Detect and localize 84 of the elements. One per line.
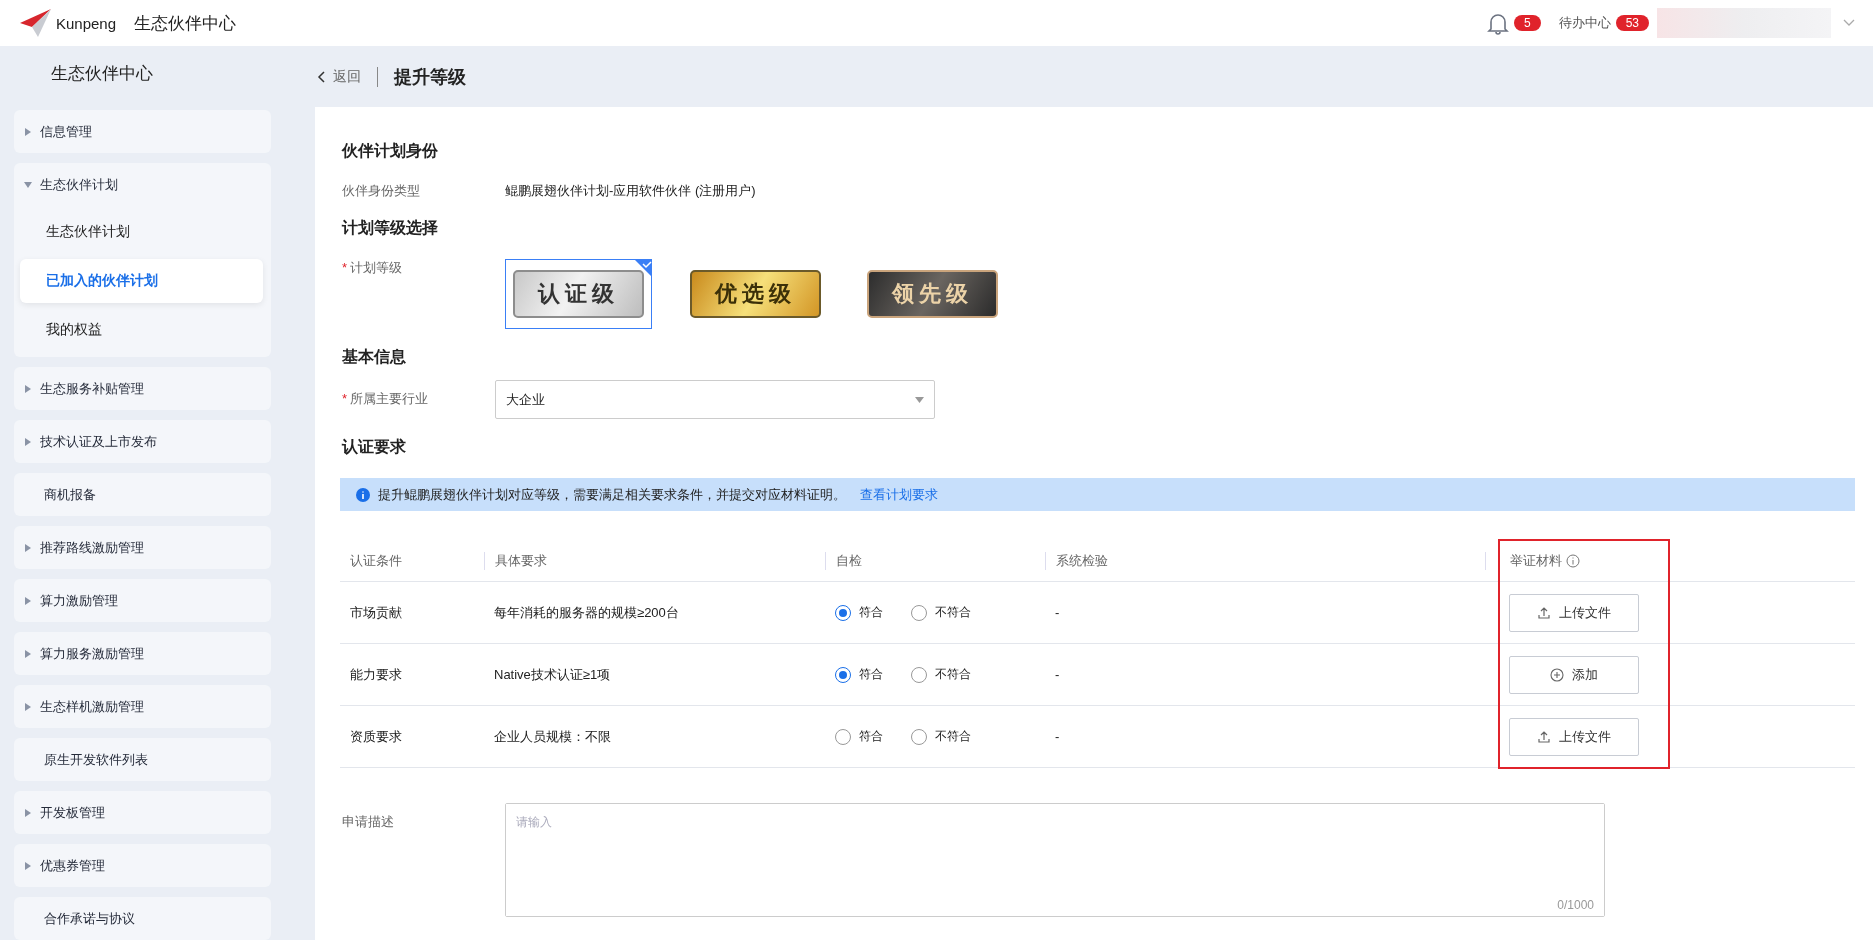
sidebar-item[interactable]: 推荐路线激励管理 (14, 526, 271, 569)
add-button[interactable]: 添加 (1509, 655, 1639, 694)
level-option[interactable]: 认证级 (505, 259, 652, 329)
radio-option[interactable]: 符合 (835, 604, 883, 621)
upload-icon (1537, 729, 1551, 744)
column-header: 具体要求 (495, 551, 547, 570)
required-mark: * (342, 391, 348, 406)
upload-icon (1537, 605, 1551, 620)
section-heading: 伙伴计划身份 (342, 141, 439, 161)
field-value: 鲲鹏展翅伙伴计划-应用软件伙伴 (注册用户) (505, 182, 756, 200)
table-cell: - (1055, 729, 1060, 744)
todo-count: 53 (1615, 15, 1649, 31)
info-icon (1566, 553, 1580, 568)
caret-right-icon (24, 808, 32, 817)
field-label: * 所属主要行业 (342, 390, 430, 408)
caret-right-icon (24, 861, 32, 870)
char-counter: 0/1000 (1557, 898, 1594, 912)
plus-circle-icon (1550, 667, 1564, 682)
check-corner-icon (634, 259, 652, 277)
column-header: 认证条件 (350, 551, 402, 570)
field-label: 伙伴身份类型 (342, 182, 421, 200)
radio-option[interactable]: 不符合 (911, 604, 971, 621)
caret-right-icon (24, 543, 32, 552)
back-link[interactable]: 返回 (317, 67, 361, 86)
field-label: * 计划等级 (342, 259, 404, 277)
sidebar-item[interactable]: 算力服务激励管理 (14, 632, 271, 675)
todo-center-link[interactable]: 待办中心 (1558, 14, 1611, 32)
table-cell: - (1055, 605, 1060, 620)
upload-button[interactable]: 上传文件 (1509, 717, 1639, 756)
sidebar-item[interactable]: 合作承诺与协议 (14, 897, 271, 940)
caret-down-icon (24, 180, 32, 189)
section-heading: 认证要求 (342, 437, 407, 457)
caret-right-icon (24, 702, 32, 711)
info-icon (356, 487, 370, 502)
radio-option[interactable]: 不符合 (911, 728, 971, 745)
caret-down-icon (915, 396, 924, 403)
sidebar-item[interactable]: 生态样机激励管理 (14, 685, 271, 728)
table-cell: 能力要求 (350, 665, 402, 684)
sidebar-subitem[interactable]: 已加入的伙伴计划 (20, 259, 263, 303)
sidebar-item[interactable]: 技术认证及上市发布 (14, 420, 271, 463)
table-cell: 每年消耗的服务器的规模≥200台 (494, 603, 679, 622)
caret-right-icon (24, 384, 32, 393)
upload-button[interactable]: 上传文件 (1509, 593, 1639, 632)
sidebar-subitem[interactable]: 我的权益 (20, 308, 263, 352)
table-cell: 市场贡献 (350, 603, 402, 622)
sidebar-item[interactable]: 算力激励管理 (14, 579, 271, 622)
logo-text: Kunpeng (56, 14, 117, 32)
sidebar-item[interactable]: 开发板管理 (14, 791, 271, 834)
column-header: 系统检验 (1056, 551, 1108, 570)
industry-select[interactable]: 大企业 (495, 380, 935, 419)
caret-right-icon (24, 649, 32, 658)
radio-option[interactable]: 符合 (835, 728, 883, 745)
notice-text: 提升鲲鹏展翅伙伴计划对应等级，需要满足相关要求条件，并提交对应材料证明。 (378, 485, 846, 504)
column-header: 自检 (836, 551, 862, 570)
logo-icon (18, 8, 52, 38)
sidebar-subitem[interactable]: 生态伙伴计划 (20, 210, 263, 254)
caret-right-icon (24, 437, 32, 446)
chevron-down-icon[interactable] (1843, 19, 1855, 27)
table-cell: Native技术认证≥1项 (494, 665, 611, 684)
sidebar-item[interactable]: 生态服务补贴管理 (14, 367, 271, 410)
field-label: 申请描述 (342, 813, 395, 831)
radio-option[interactable]: 符合 (835, 666, 883, 683)
sidebar-item[interactable]: 生态伙伴计划 生态伙伴计划 已加入的伙伴计划 我的权益 (14, 163, 271, 357)
notification-count: 5 (1513, 15, 1541, 31)
table-cell: 企业人员规模：不限 (494, 727, 611, 746)
caret-right-icon (24, 596, 32, 605)
required-mark: * (342, 260, 348, 275)
chevron-left-icon (317, 70, 325, 83)
radio-option[interactable]: 不符合 (911, 666, 971, 683)
table-cell: 资质要求 (350, 727, 402, 746)
plan-requirements-link[interactable]: 查看计划要求 (860, 485, 938, 504)
section-heading: 基本信息 (342, 347, 407, 367)
sidebar-item[interactable]: 原生开发软件列表 (14, 738, 271, 781)
sidebar-item[interactable]: 商机报备 (14, 473, 271, 516)
column-header: 举证材料 (1510, 551, 1562, 570)
table-cell: - (1055, 667, 1060, 682)
bell-icon[interactable] (1486, 11, 1509, 35)
page-title: 提升等级 (394, 65, 466, 89)
sidebar-item[interactable]: 优惠券管理 (14, 844, 271, 887)
caret-right-icon (24, 127, 32, 136)
section-heading: 计划等级选择 (342, 218, 439, 238)
app-title: 生态伙伴中心 (134, 12, 237, 35)
sidebar-item[interactable]: 信息管理 (14, 110, 271, 153)
sidebar-title: 生态伙伴中心 (50, 62, 154, 85)
